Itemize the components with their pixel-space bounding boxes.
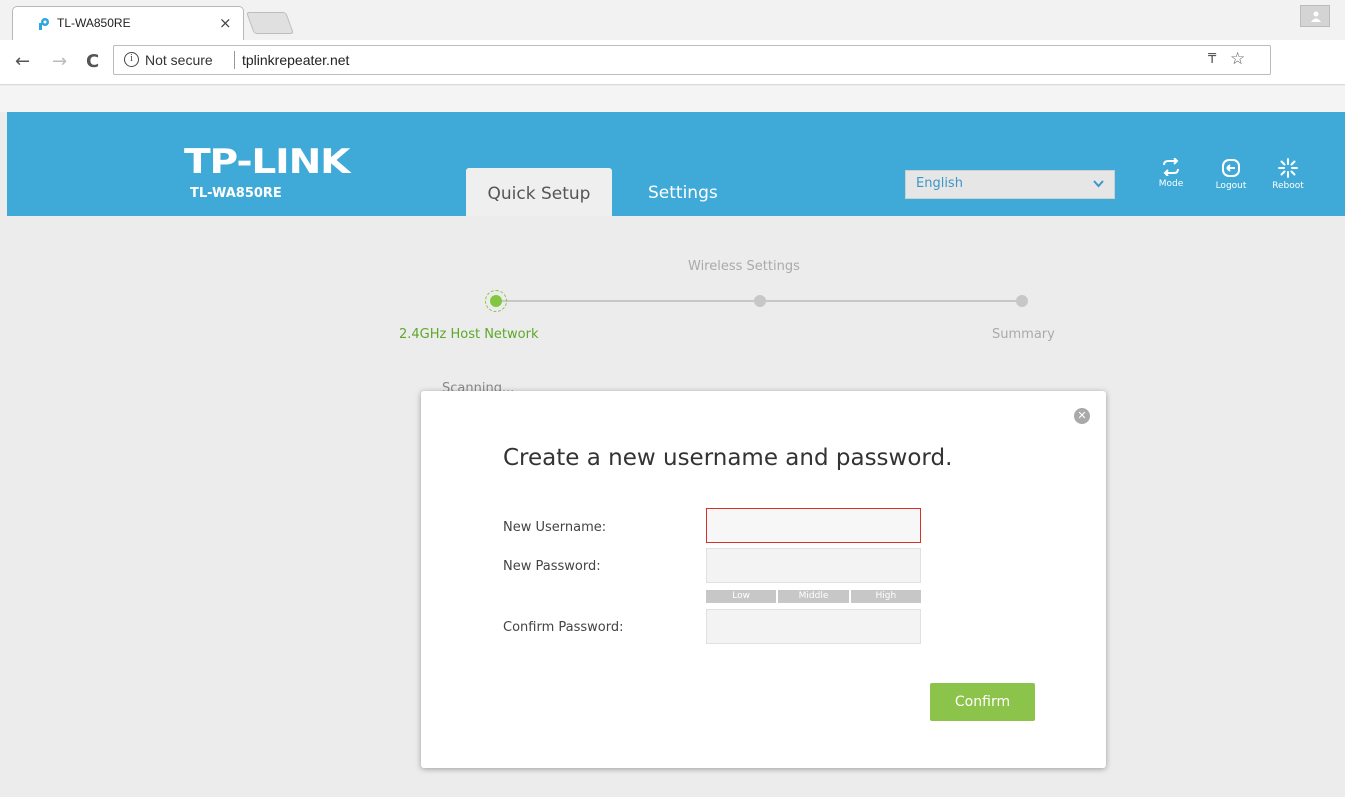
tab-close-icon[interactable]: ×: [219, 14, 232, 32]
mode-label: Mode: [1158, 179, 1184, 189]
model-name: TL-WA850RE: [190, 186, 282, 201]
strength-middle: Middle: [778, 590, 851, 603]
strength-low: Low: [706, 590, 779, 603]
confirm-password-label: Confirm Password:: [503, 620, 624, 635]
forward-arrow-icon[interactable]: →: [52, 51, 67, 72]
modal-title: Create a new username and password.: [503, 445, 953, 471]
step-host-network-label: 2.4GHz Host Network: [399, 327, 539, 342]
address-bar[interactable]: i Not secure tplinkrepeater.net ₸ ☆: [113, 45, 1271, 75]
profile-button[interactable]: [1300, 5, 1330, 27]
back-arrow-icon[interactable]: ←: [15, 51, 30, 72]
progress-step-2-dot: [754, 295, 766, 307]
tab-settings[interactable]: Settings: [648, 183, 718, 203]
user-icon: [1311, 11, 1321, 22]
new-password-label: New Password:: [503, 559, 601, 574]
new-password-input[interactable]: [706, 548, 921, 583]
language-value: English: [916, 176, 963, 191]
mode-icon: [1163, 158, 1179, 176]
credentials-modal: ✕ Create a new username and password. Ne…: [421, 391, 1106, 768]
tp-link-logo: TP-LINK: [184, 142, 350, 182]
close-icon[interactable]: ✕: [1074, 408, 1090, 424]
logout-button[interactable]: Logout: [1211, 158, 1251, 191]
bookmark-star-icon[interactable]: ☆: [1230, 49, 1245, 69]
reboot-icon: [1278, 158, 1298, 178]
confirm-password-input[interactable]: [706, 609, 921, 644]
progress-step-3-dot: [1016, 295, 1028, 307]
reboot-button[interactable]: Reboot: [1268, 158, 1308, 191]
info-icon[interactable]: i: [124, 52, 139, 67]
progress-step-1-dot: [490, 295, 502, 307]
password-strength-meter: Low Middle High: [706, 590, 921, 603]
mode-button[interactable]: Mode: [1151, 158, 1191, 189]
step-wireless-settings-label: Wireless Settings: [688, 259, 800, 274]
chevron-down-icon: [1093, 180, 1104, 188]
reload-icon[interactable]: C: [86, 51, 99, 72]
language-select[interactable]: English: [905, 170, 1115, 199]
browser-tab-strip: TL-WA850RE ×: [0, 0, 1345, 40]
tp-link-favicon-icon: [39, 18, 49, 30]
browser-toolbar: ← → C i Not secure tplinkrepeater.net ₸ …: [0, 40, 1345, 85]
tab-quick-setup[interactable]: Quick Setup: [466, 168, 612, 217]
strength-high: High: [850, 590, 921, 603]
logout-icon: [1222, 159, 1240, 177]
url-text[interactable]: tplinkrepeater.net: [242, 52, 349, 68]
reboot-label: Reboot: [1272, 181, 1304, 191]
logout-label: Logout: [1215, 181, 1247, 191]
step-summary-label: Summary: [992, 327, 1055, 342]
security-label: Not secure: [145, 52, 213, 68]
bookmark-bar: [0, 86, 1345, 112]
browser-tab[interactable]: TL-WA850RE ×: [12, 6, 244, 40]
confirm-button[interactable]: Confirm: [930, 683, 1035, 721]
address-separator: [234, 51, 235, 69]
new-username-input[interactable]: [706, 508, 921, 543]
new-username-label: New Username:: [503, 520, 607, 535]
new-tab-button[interactable]: [245, 12, 295, 34]
key-icon[interactable]: ₸: [1208, 52, 1216, 67]
tab-title: TL-WA850RE: [57, 16, 131, 30]
